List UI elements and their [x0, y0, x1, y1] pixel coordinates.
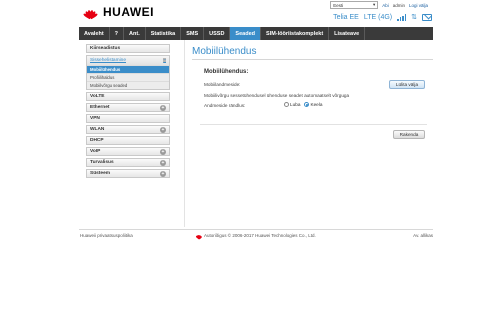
radio-button[interactable] [304, 102, 310, 108]
roaming-label: Andmeside rändlus: [204, 103, 246, 108]
nav-home[interactable]: Avaleht [79, 27, 110, 40]
brand-name: HUAWEI [103, 5, 154, 19]
sms-icon[interactable] [422, 13, 432, 21]
language-value: Eesti [333, 2, 344, 8]
copyright-text: Autoriõigus © 2006-2017 Huawei Technolog… [204, 233, 316, 238]
sidebar-subitem-label: Mobiilvõrgu seaded [90, 83, 128, 88]
privacy-policy-link[interactable]: Huaweii privaatsuspoliitika [80, 233, 133, 238]
data-transfer-icon: ⇅ [411, 14, 417, 21]
sidebar-subitem-network-settings[interactable]: Mobiilvõrgu seaded [87, 81, 169, 89]
nav-help[interactable]: ? [110, 27, 125, 40]
status-line: Telia EE LTE (4G) ⇅ [333, 13, 432, 21]
sidebar-item-label: Ethernet [90, 105, 110, 110]
sidebar-item-label: Kiirseadistus [90, 46, 121, 51]
expand-icon: + [160, 148, 166, 155]
sidebar-group-dialup: Sissehelistamine – Mobiilühendus Profiil… [86, 55, 170, 90]
top-utility-bar: Eesti ▾ Abi admin Logi välja [330, 1, 428, 9]
signal-icon [397, 14, 407, 21]
language-select[interactable]: Eesti ▾ [330, 1, 379, 9]
expand-icon: + [160, 170, 166, 177]
sidebar-subitem-profile-management[interactable]: Profiilihaldus [87, 73, 169, 81]
disable-data-button[interactable]: Lülita välja [389, 80, 425, 89]
roaming-radio-group: Luba Keela [284, 102, 323, 108]
sidebar-item-label: WLAN [90, 127, 105, 132]
apply-button[interactable]: Rakenda [393, 130, 425, 139]
network-type: LTE (4G) [363, 13, 393, 21]
nav-ant[interactable]: Ant. [124, 27, 146, 40]
page-title: Mobiilühendus [192, 46, 257, 57]
nav-more-info[interactable]: Lisateave [329, 27, 366, 40]
main-nav: Avaleht ? Ant. Statistika SMS USSD Seade… [79, 27, 433, 40]
radio-label: Luba [290, 102, 301, 107]
sidebar-group-label: Sissehelistamine [90, 58, 126, 63]
expand-icon: + [160, 104, 166, 111]
huawei-flower-icon [80, 5, 100, 20]
sidebar-subitem-label: Profiilihaldus [90, 75, 115, 80]
sidebar-item-label: VoIP [90, 149, 101, 154]
footer-divider [79, 229, 433, 230]
radio-button[interactable] [284, 102, 289, 108]
sidebar-item-security[interactable]: Turvalisus + [86, 158, 170, 167]
sidebar-item-ethernet[interactable]: Ethernet + [86, 103, 170, 112]
huawei-logo: HUAWEI [80, 5, 154, 20]
sidebar-item-label: VoLTE [90, 94, 105, 99]
mobile-data-note: Mobiilivõrgu sessetühendusel ühenduse se… [204, 93, 350, 98]
title-divider [192, 59, 433, 60]
section-title: Mobiilühendus: [204, 69, 249, 75]
nav-sms[interactable]: SMS [181, 27, 205, 40]
sidebar-subitem-mobile-connection[interactable]: Mobiilühendus [87, 65, 169, 73]
sidebar-item-quick-setup[interactable]: Kiirseadistus [86, 44, 170, 53]
logout-link[interactable]: Logi välja [409, 3, 428, 8]
sidebar-group-header[interactable]: Sissehelistamine – [87, 56, 169, 65]
minus-icon: – [163, 58, 166, 63]
sidebar-item-label: VPN [90, 116, 100, 121]
help-link[interactable]: Abi [382, 3, 389, 8]
nav-ussd[interactable]: USSD [204, 27, 231, 40]
sidebar-item-system[interactable]: Süsteem + [86, 169, 170, 178]
roaming-disable-option[interactable]: Keela [304, 102, 323, 108]
nav-settings[interactable]: Seaded [230, 27, 261, 40]
huawei-flower-icon [195, 233, 203, 239]
nav-statistics[interactable]: Statistika [146, 27, 182, 40]
content-separator [200, 124, 427, 125]
copyright: Autoriõigus © 2006-2017 Huawei Technolog… [195, 233, 316, 239]
radio-label: Keela [310, 102, 323, 107]
sidebar-item-label: Süsteem [90, 171, 110, 176]
expand-icon: + [160, 126, 166, 133]
open-source-link[interactable]: Av. allikas [413, 233, 433, 238]
sidebar-item-label: DHCP [90, 138, 104, 143]
sidebar-item-wlan[interactable]: WLAN + [86, 125, 170, 134]
sidebar-item-volte[interactable]: VoLTE [86, 92, 170, 101]
sidebar-item-label: Turvalisus [90, 160, 114, 165]
roaming-enable-option[interactable]: Luba [284, 102, 301, 108]
expand-icon: + [160, 159, 166, 166]
content-divider [184, 40, 185, 227]
chevron-down-icon: ▾ [372, 2, 376, 7]
sidebar-item-vpn[interactable]: VPN [86, 114, 170, 123]
mobile-data-label: Mobiilandmeside: [204, 82, 241, 87]
sidebar-item-dhcp[interactable]: DHCP [86, 136, 170, 145]
nav-sim-toolkit[interactable]: SIM-lööriistakomplekt [261, 27, 330, 40]
settings-sidebar: Kiirseadistus Sissehelistamine – Mobiilü… [86, 44, 170, 180]
sidebar-subitem-label: Mobiilühendus [90, 67, 121, 72]
username: admin [392, 2, 405, 8]
sidebar-item-voip[interactable]: VoIP + [86, 147, 170, 156]
operator-name: Telia EE [333, 13, 359, 21]
